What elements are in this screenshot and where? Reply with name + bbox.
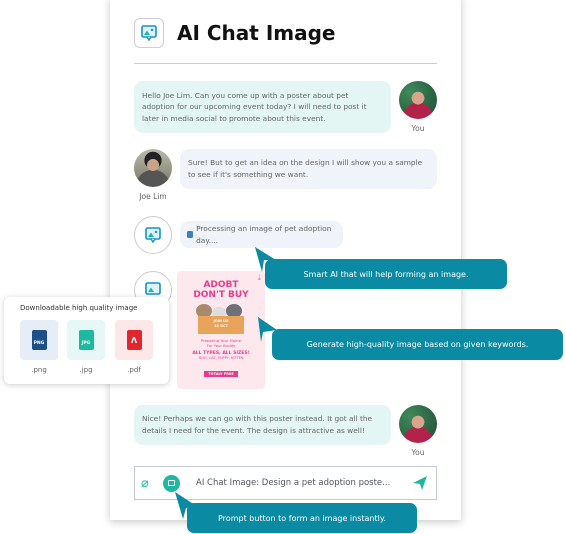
refresh-icon — [187, 231, 194, 238]
format-label: .jpg — [79, 366, 93, 374]
callout-high-quality: Generate high-quality image based on giv… — [272, 329, 563, 360]
sender-label: You — [411, 124, 425, 133]
download-card-title: Downloadable high quality image — [20, 304, 138, 312]
poster-headline: ADOBT — [203, 280, 239, 290]
poster-text: TOTALY FREE — [204, 371, 238, 377]
poster-date: 15 OCT — [213, 324, 229, 328]
jpg-download-button[interactable]: JPG — [67, 320, 105, 360]
callout-prompt-button: Prompt button to form an image instantly… — [187, 503, 417, 533]
jpg-file-icon: JPG — [78, 330, 94, 350]
callout-smart-ai: Smart AI that will help forming an image… — [265, 259, 507, 289]
image-chat-icon — [134, 18, 164, 48]
avatar-joe-lim[interactable] — [134, 149, 172, 187]
poster-text: For Your Buddy — [206, 343, 236, 348]
download-icon[interactable]: ⤓ — [257, 273, 261, 283]
divider — [134, 63, 437, 64]
download-formats-card: Downloadable high quality image PNG JPG … — [4, 297, 169, 384]
pdf-file-icon: ᐱ — [126, 330, 142, 350]
message-bubble-joe: Sure! But to get an idea on the design I… — [180, 149, 437, 189]
png-file-icon: PNG — [31, 330, 47, 350]
format-label: .pdf — [127, 366, 141, 374]
paperclip-icon[interactable]: ⌀ — [141, 476, 157, 491]
dogs-in-box-illustration: JOIN US 15 OCT — [192, 304, 250, 334]
avatar-you[interactable] — [399, 81, 437, 119]
send-icon[interactable] — [412, 475, 428, 491]
avatar-you[interactable] — [399, 405, 437, 443]
sender-label: You — [411, 448, 425, 457]
ai-avatar — [134, 216, 172, 254]
png-download-button[interactable]: PNG — [20, 320, 58, 360]
pdf-download-button[interactable]: ᐱ — [115, 320, 153, 360]
page-title: AI Chat Image — [177, 21, 336, 45]
format-label: .png — [31, 366, 47, 374]
message-input[interactable]: AI Chat Image: Design a pet adoption pos… — [196, 478, 412, 488]
poster-text: DOG, CAT, PUPPY, KITTEN — [198, 356, 244, 360]
image-chat-icon — [145, 227, 161, 244]
processing-text: Processing an image of pet adoption day.… — [196, 223, 332, 245]
message-bubble-user: Nice! Perhaps we can go with this poster… — [134, 405, 391, 445]
image-prompt-button[interactable] — [163, 474, 180, 492]
message-bubble-user: Hello Joe Lim. Can you come up with a po… — [134, 81, 391, 133]
poster-headline: DON'T BUY — [193, 290, 249, 300]
generated-poster-image[interactable]: ⤓ ADOBT DON'T BUY JOIN US 15 OCT Preparin… — [177, 271, 265, 389]
sender-label: Joe Lim — [139, 192, 167, 201]
